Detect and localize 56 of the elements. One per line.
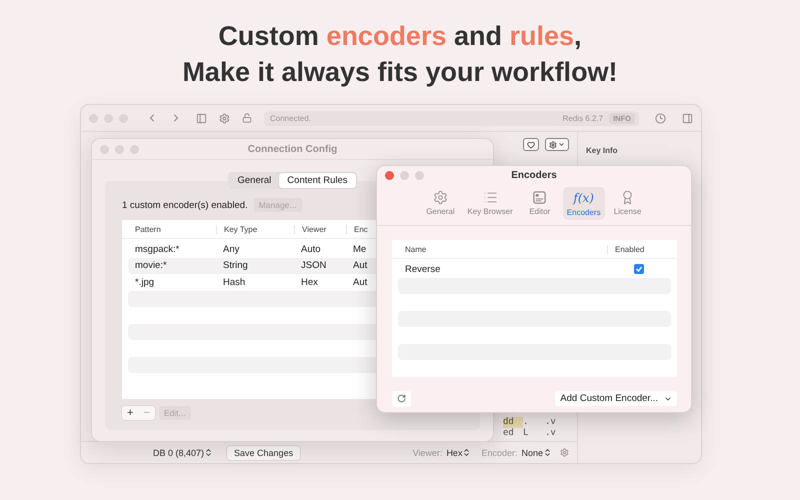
favorite-button[interactable] bbox=[523, 138, 539, 151]
column-header[interactable]: Enc bbox=[346, 224, 372, 234]
chevron-down-icon bbox=[558, 141, 565, 148]
stepper-icon bbox=[543, 448, 552, 457]
table-cell-text: Any bbox=[222, 244, 240, 255]
table-cell-text: Hash bbox=[222, 276, 246, 288]
table-cell-text: Aut bbox=[352, 276, 368, 288]
encoder-label: Encoder: bbox=[481, 448, 518, 458]
document-icon bbox=[532, 190, 548, 205]
sidebar-icon[interactable] bbox=[196, 112, 207, 124]
table-cell-text: Aut bbox=[352, 260, 368, 272]
heart-icon bbox=[527, 140, 535, 148]
actions-button[interactable] bbox=[545, 138, 569, 151]
viewer-label: Viewer: bbox=[412, 448, 442, 458]
table-cell-text: Auto bbox=[300, 244, 322, 255]
encoder-selector[interactable]: None bbox=[521, 448, 552, 458]
add-button[interactable]: + bbox=[122, 406, 138, 420]
toolbar-tab[interactable]: f(x) Encoders bbox=[562, 187, 605, 220]
headline: Custom encoders and rules, Make it always fits your workflow! bbox=[181, 20, 619, 89]
column-header[interactable]: Enabled bbox=[607, 244, 671, 254]
table-cell-text: msgpack:* bbox=[134, 244, 180, 255]
window-title: Connection Config bbox=[248, 144, 338, 154]
column-header[interactable]: Name bbox=[398, 244, 607, 254]
close-button[interactable] bbox=[385, 171, 394, 180]
column-header[interactable]: Key Type bbox=[216, 224, 294, 234]
summary-text: 1 custom encoder(s) enabled. bbox=[122, 200, 248, 210]
stepper-icon bbox=[462, 448, 472, 457]
viewer-selector[interactable]: Hex bbox=[446, 448, 472, 458]
checkbox[interactable] bbox=[634, 264, 644, 274]
clock-icon[interactable] bbox=[655, 112, 666, 124]
settings-icon[interactable] bbox=[219, 112, 230, 124]
inspector-icon[interactable] bbox=[682, 112, 693, 124]
table-cell-text: JSON bbox=[300, 260, 328, 272]
gear-icon bbox=[549, 140, 557, 148]
refresh-icon bbox=[397, 394, 406, 403]
table-cell-text: movie:* bbox=[134, 260, 168, 272]
window-title: Encoders bbox=[511, 170, 557, 181]
column-header[interactable]: Pattern bbox=[128, 224, 216, 234]
table-cell-text: Hex bbox=[300, 276, 319, 288]
refresh-button[interactable] bbox=[392, 390, 411, 406]
gear-icon bbox=[432, 190, 448, 205]
settings-icon[interactable] bbox=[560, 448, 569, 457]
add-custom-encoder-button[interactable]: Add Custom Encoder... bbox=[555, 391, 677, 406]
function-icon: f(x) bbox=[573, 190, 594, 206]
table-cell-text: *.jpg bbox=[134, 276, 156, 288]
table-cell-text: Reverse bbox=[404, 264, 442, 275]
unlocked-icon[interactable] bbox=[242, 113, 252, 123]
tab[interactable]: Content Rules bbox=[279, 173, 356, 188]
database-selector[interactable]: DB 0 (8,407) bbox=[153, 448, 214, 458]
table-cell-text: String bbox=[222, 260, 249, 272]
column-header[interactable]: Viewer bbox=[294, 224, 346, 234]
panel-title: Key Info bbox=[586, 146, 618, 155]
tab[interactable]: General bbox=[229, 173, 280, 188]
table-cell-text: Me bbox=[352, 244, 368, 255]
save-changes-button[interactable]: Save Changes bbox=[227, 446, 300, 460]
stepper-icon bbox=[204, 448, 214, 457]
